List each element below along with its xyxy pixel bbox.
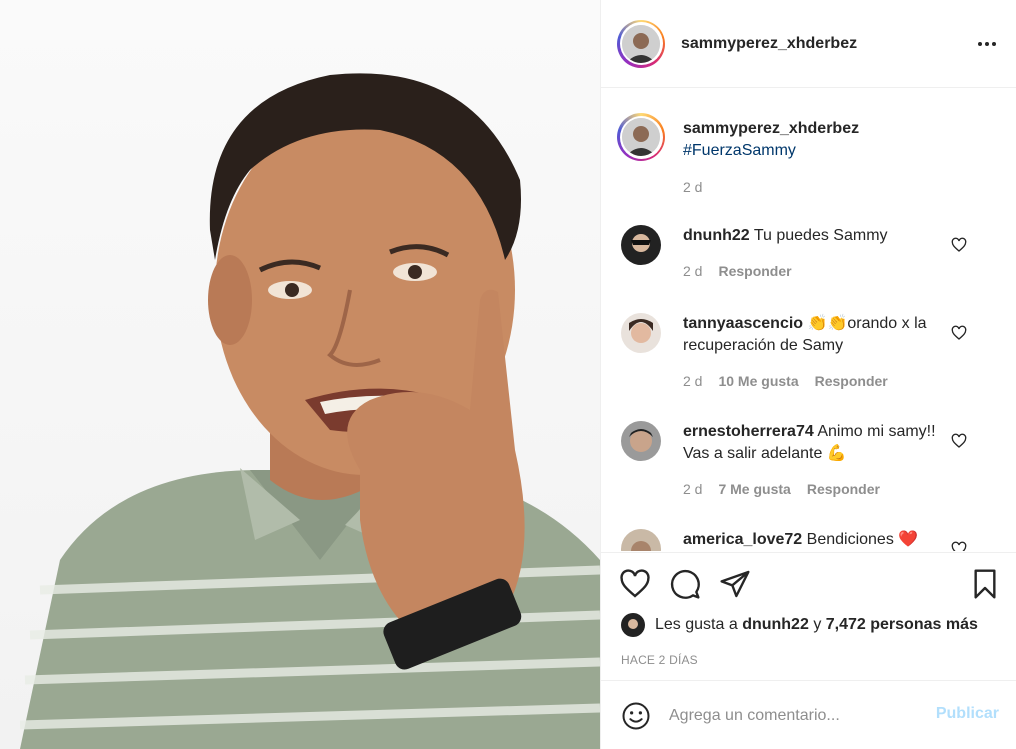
comment-text: tannyaascencio 👏👏orando x la recuperació… [683,313,958,357]
comment-time[interactable]: 2 d [683,263,702,279]
comment-text: ernestoherrera74 Animo mi samy!! Vas a s… [683,421,958,465]
commenter-avatar[interactable] [621,421,661,461]
comment-username[interactable]: tannyaascencio [683,315,803,332]
post-timestamp[interactable]: HACE 2 DÍAS [621,653,698,667]
commenter-avatar[interactable] [621,529,661,551]
comment-likes[interactable]: 10 Me gusta [718,373,798,389]
comment-time[interactable]: 2 d [683,373,702,389]
likes-summary: Les gusta a dnunh22 y 7,472 personas más [621,613,978,637]
commenter-avatar[interactable] [621,225,661,265]
add-comment-bar: Publicar [601,680,1016,749]
comment-text: dnunh22 Tu puedes Sammy [683,225,958,247]
post-photo[interactable] [0,0,600,749]
emoji-icon[interactable] [621,701,651,731]
likes-conj: y [813,616,822,633]
comment-input[interactable] [669,703,919,729]
likes-count[interactable]: 7,472 personas más [826,616,978,634]
comment-like-heart-icon[interactable] [951,433,967,449]
comment-meta: 2 d Responder [683,263,792,279]
publish-button[interactable]: Publicar [936,705,999,723]
comment-icon[interactable] [669,568,701,600]
liker-avatar[interactable] [621,613,645,637]
instagram-post: sammyperez_xhderbez sammyperez_xhderbez … [0,0,1016,749]
comment-message: Bendiciones ❤️ [806,531,919,548]
comment-meta: 2 d 10 Me gusta Responder [683,373,888,389]
reply-button[interactable]: Responder [718,263,791,279]
comment-meta: 2 d 7 Me gusta Responder [683,481,880,497]
caption-username[interactable]: sammyperez_xhderbez [683,120,859,137]
comment-like-heart-icon[interactable] [951,541,967,551]
comment-username[interactable]: america_love72 [683,531,802,548]
portrait-illustration [19,73,600,749]
caption-time[interactable]: 2 d [683,179,702,195]
commenter-avatar-image [621,529,661,551]
comment-time[interactable]: 2 d [683,481,702,497]
commenter-avatar[interactable] [621,313,661,353]
caption-hashtag[interactable]: #FuerzaSammy [683,140,859,162]
owner-username[interactable]: sammyperez_xhderbez [681,35,857,53]
likes-user[interactable]: dnunh22 [742,616,809,634]
comment-username[interactable]: ernestoherrera74 [683,423,814,440]
comment-like-heart-icon[interactable] [951,237,967,253]
owner-avatar[interactable] [617,19,665,68]
post-header: sammyperez_xhderbez [601,0,1016,88]
commenter-avatar-image [621,421,661,461]
comment-username[interactable]: dnunh22 [683,227,750,244]
post-actions: Les gusta a dnunh22 y 7,472 personas más… [601,552,1016,680]
comments-list[interactable]: sammyperez_xhderbez #FuerzaSammy 2 d dnu… [601,89,1016,551]
commenter-avatar-image [621,225,661,265]
comment-message: Tu puedes Sammy [753,227,888,244]
caption-owner-avatar[interactable] [617,113,665,161]
bookmark-icon[interactable] [969,568,1001,600]
likes-prefix: Les gusta a [655,616,738,633]
commenter-avatar-image [621,313,661,353]
post-side-panel: sammyperez_xhderbez sammyperez_xhderbez … [600,0,1016,749]
reply-button[interactable]: Responder [807,481,880,497]
heart-icon[interactable] [619,568,651,600]
comment-likes[interactable]: 7 Me gusta [718,481,790,497]
caption-avatar-image [622,118,660,156]
liker-avatar-image [621,613,645,637]
reply-button[interactable]: Responder [815,373,888,389]
more-options-icon[interactable] [975,34,999,54]
share-icon[interactable] [719,568,751,600]
post-caption: sammyperez_xhderbez #FuerzaSammy [617,113,997,162]
caption-text: sammyperez_xhderbez #FuerzaSammy [683,118,859,162]
comment-text: america_love72 Bendiciones ❤️ [683,529,958,551]
owner-avatar-image [622,24,660,63]
comment-like-heart-icon[interactable] [951,325,967,341]
